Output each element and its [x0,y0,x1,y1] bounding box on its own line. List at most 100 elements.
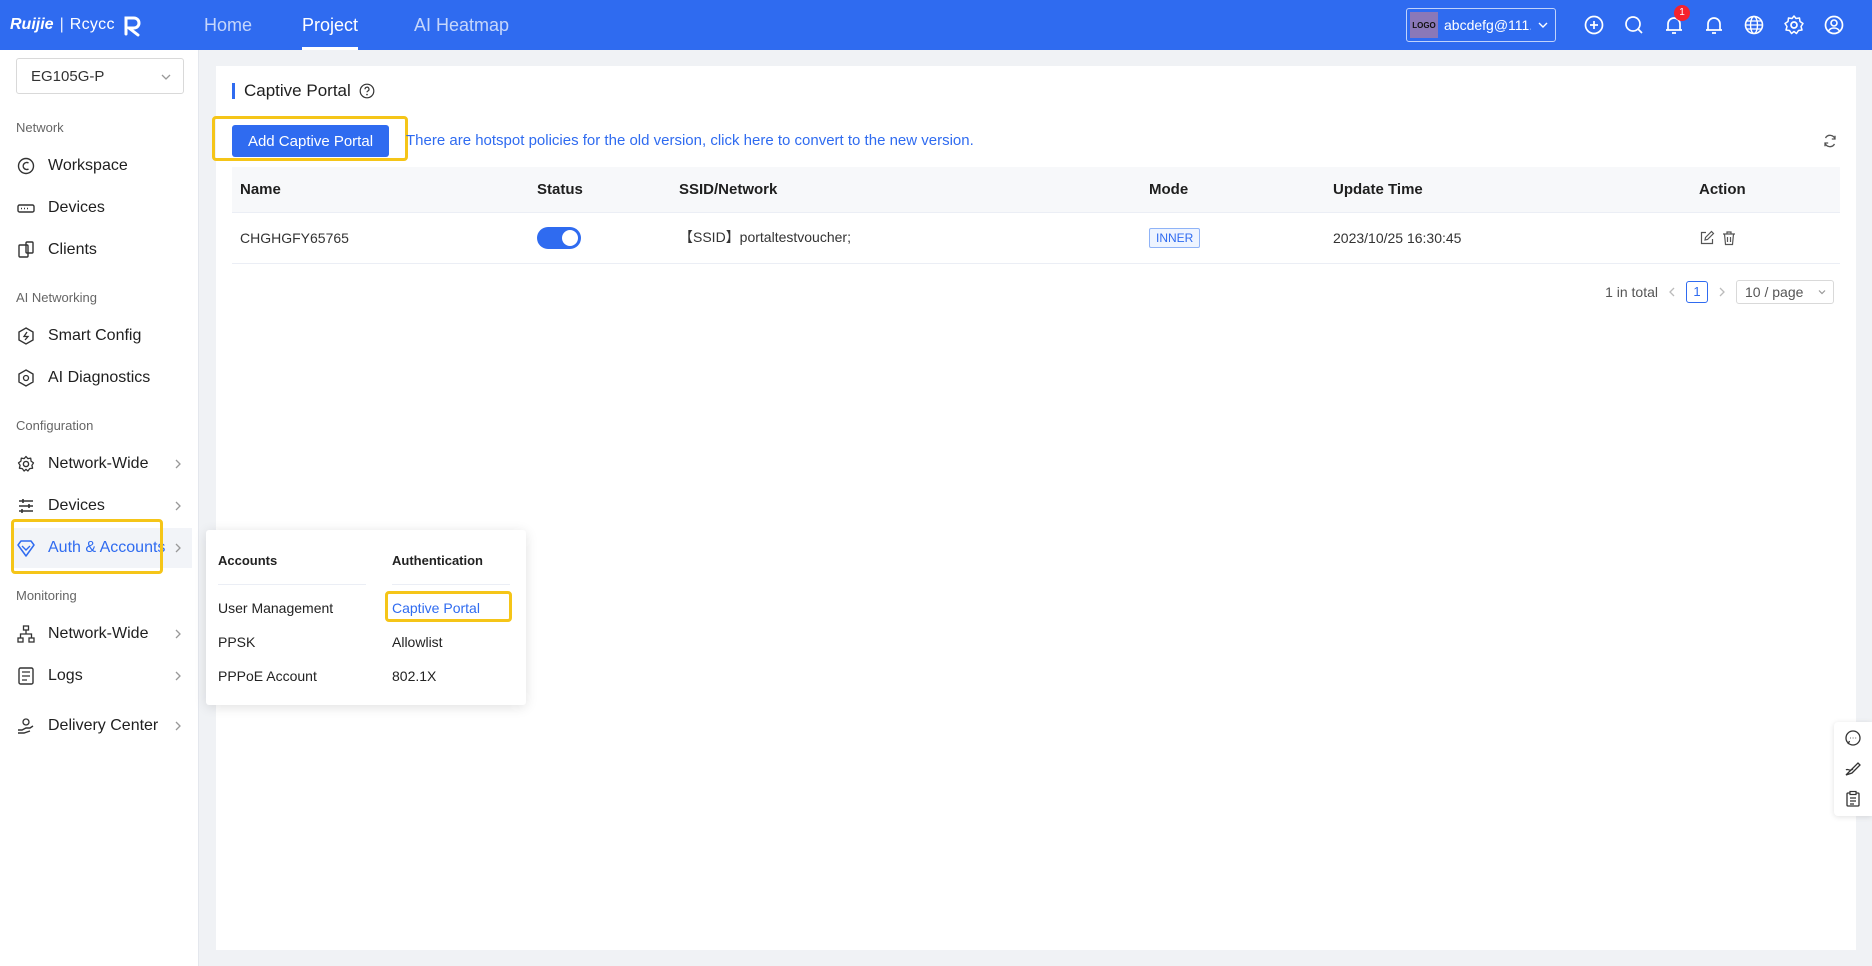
account-logo: LOGO [1410,12,1438,38]
clipboard-icon[interactable] [1844,790,1862,808]
topology-icon [16,624,36,644]
column-header-update-time: Update Time [1333,181,1423,198]
column-header-ssid: SSID/Network [679,181,778,198]
refresh-icon[interactable] [1822,133,1838,149]
add-captive-portal-button[interactable]: Add Captive Portal [232,125,389,157]
brand-name-a: Ruijie [10,16,54,33]
sidebar-item-auth-accounts[interactable]: Auth & Accounts [12,528,192,568]
device-icon [16,198,36,218]
sidebar-item-workspace[interactable]: Workspace [12,146,192,186]
clients-icon [16,240,36,260]
divider [392,584,510,585]
pagination-total: 1 in total [1605,284,1658,300]
tab-project[interactable]: Project [302,0,359,50]
flyout-authentication-title: Authentication [392,553,483,568]
chevron-right-icon [175,721,181,731]
page-size-value: 10 / page [1745,284,1804,300]
sidebar-item-ai-diagnostics[interactable]: AI Diagnostics [12,358,192,398]
chevron-right-icon [175,459,181,469]
smart-config-icon [16,326,36,346]
brand-name-b: Rcycc [69,16,115,33]
sidebar-item-network-wide-monitor[interactable]: Network-Wide [12,614,192,654]
sidebar-item-label: Clients [48,241,97,258]
status-toggle[interactable] [537,227,581,249]
chevron-right-icon [175,501,181,511]
sidebar-item-label: Devices [48,199,105,216]
flyout-item-pppoe-account[interactable]: PPPoE Account [218,668,317,684]
sidebar-item-clients[interactable]: Clients [12,230,192,270]
old-version-convert-link[interactable]: There are hotspot policies for the old v… [406,132,974,149]
flyout-item-ppsk[interactable]: PPSK [218,634,255,650]
divider [218,584,366,585]
chevron-right-icon [175,629,181,639]
group-label-ai-networking: AI Networking [16,290,97,305]
tab-home[interactable]: Home [204,0,252,50]
floating-toolbar [1834,722,1872,816]
chevron-down-icon [1818,290,1826,295]
brand-separator: | [59,16,64,33]
shield-icon [16,538,36,558]
feedback-icon[interactable] [1844,760,1862,778]
edit-icon[interactable] [1699,230,1715,246]
help-icon[interactable] [359,83,375,99]
chevron-right-icon [175,671,181,681]
sidebar-item-smart-config[interactable]: Smart Config [12,316,192,356]
sidebar-item-logs[interactable]: Logs [12,656,192,696]
globe-icon[interactable] [1742,13,1766,37]
sidebar-item-devices-config[interactable]: Devices [12,486,192,526]
row-update-time: 2023/10/25 16:30:45 [1333,230,1462,246]
gear-icon [16,454,36,474]
device-selector[interactable]: EG105G-P [16,58,184,94]
page-size-select[interactable]: 10 / page [1736,280,1834,304]
chevron-down-icon [1538,22,1548,28]
flyout-item-user-management[interactable]: User Management [218,600,333,616]
search-icon[interactable] [1622,13,1646,37]
chevron-left-icon[interactable] [1666,286,1678,298]
user-icon[interactable] [1822,13,1846,37]
flyout-item-8021x[interactable]: 802.1X [392,668,436,684]
auth-accounts-flyout: Accounts User Management PPSK PPPoE Acco… [206,530,526,705]
captive-portal-table: Name Status SSID/Network Mode Update Tim… [232,167,1840,264]
table-header: Name Status SSID/Network Mode Update Tim… [232,167,1840,213]
page-number[interactable]: 1 [1686,281,1708,303]
sidebar-item-label: Network-Wide [48,455,149,472]
brand-logo[interactable]: Ruijie | Rcycc [10,12,147,38]
pagination: 1 in total 1 10 / page [1605,280,1834,304]
settings-icon[interactable] [1782,13,1806,37]
delivery-icon [16,716,36,736]
flyout-item-captive-portal[interactable]: Captive Portal [392,600,480,616]
main-content: Captive Portal Add Captive Portal There … [212,66,1856,950]
sidebar-item-delivery-center[interactable]: Delivery Center [12,706,192,746]
account-name: abcdefg@111.... [1444,17,1531,33]
delete-icon[interactable] [1721,230,1737,246]
sidebar-item-label: Delivery Center [48,717,159,734]
account-selector[interactable]: LOGO abcdefg@111.... [1406,8,1556,42]
ai-diagnostics-icon [16,368,36,388]
page-title: Captive Portal [232,80,375,102]
sidebar-item-network-wide-config[interactable]: Network-Wide [12,444,192,484]
flyout-item-allowlist[interactable]: Allowlist [392,634,443,650]
column-header-mode: Mode [1149,181,1189,198]
title-accent-bar [232,83,235,99]
flyout-accounts-title: Accounts [218,553,278,568]
row-name: CHGHGFY65765 [240,230,349,246]
group-label-network: Network [16,120,64,135]
row-ssid: 【SSID】portaltestvoucher; [679,229,851,245]
sidebar-item-devices[interactable]: Devices [12,188,192,228]
page-title-text: Captive Portal [244,81,351,100]
group-label-monitoring: Monitoring [16,588,77,603]
top-bar: Ruijie | Rcycc Home Project AI Heatmap L… [0,0,1872,50]
column-header-action: Action [1699,181,1746,198]
add-icon[interactable] [1582,13,1606,37]
chevron-right-icon[interactable] [1716,286,1728,298]
sidebar-item-label: Logs [48,667,83,684]
notification-icon[interactable]: 1 [1662,5,1690,37]
tab-ai-heatmap[interactable]: AI Heatmap [414,0,509,50]
bell-icon[interactable] [1702,13,1726,37]
group-label-configuration: Configuration [16,418,94,433]
chat-icon[interactable] [1844,729,1862,747]
mode-tag: INNER [1149,228,1201,248]
chevron-right-icon [175,543,181,553]
brand-mark-icon [124,16,141,37]
sliders-icon [16,496,36,516]
